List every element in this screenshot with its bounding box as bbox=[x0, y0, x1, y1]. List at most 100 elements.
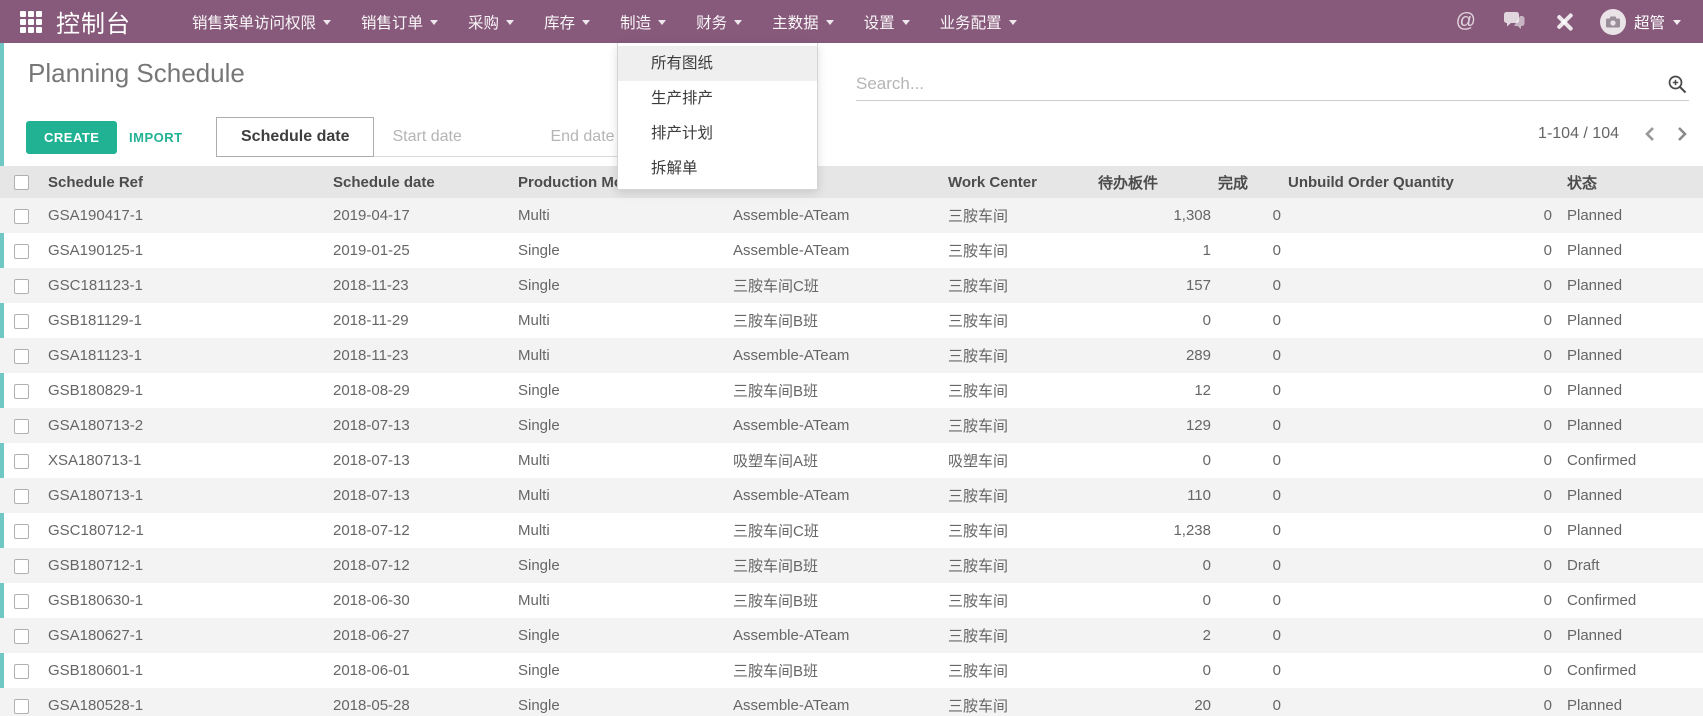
start-date-input[interactable] bbox=[374, 117, 532, 157]
dropdown-item-3[interactable]: 拆解单 bbox=[618, 151, 817, 186]
topbar-menu-item-5[interactable]: 财务 bbox=[681, 0, 757, 43]
table-row[interactable]: GSB180601-12018-06-01Single三胺车间B班三胺车间000… bbox=[0, 653, 1703, 688]
schedule-date-filter-button[interactable]: Schedule date bbox=[216, 117, 374, 157]
row-checkbox[interactable] bbox=[14, 489, 29, 504]
cell-mode: Multi bbox=[514, 198, 729, 233]
cell-group: 三胺车间B班 bbox=[729, 548, 944, 583]
row-checkbox[interactable] bbox=[14, 454, 29, 469]
manufacturing-dropdown-menu: 所有图纸生产排产排产计划拆解单 bbox=[617, 43, 818, 190]
cell-center: 三胺车间 bbox=[944, 653, 1094, 688]
cell-center: 三胺车间 bbox=[944, 688, 1094, 716]
column-header-8[interactable]: 状态 bbox=[1555, 166, 1703, 198]
cell-unbuild: 0 bbox=[1284, 583, 1555, 618]
topbar-menu-item-8[interactable]: 业务配置 bbox=[925, 0, 1032, 43]
cell-mode: Single bbox=[514, 618, 729, 653]
topbar-menu-item-1[interactable]: 销售订单 bbox=[346, 0, 453, 43]
select-all-checkbox[interactable] bbox=[14, 175, 29, 190]
column-header-1[interactable]: Schedule date bbox=[329, 166, 514, 198]
cell-ref: GSC181123-1 bbox=[44, 268, 329, 303]
cell-group: Assemble-ATeam bbox=[729, 408, 944, 443]
cell-todo: 20 bbox=[1094, 688, 1214, 716]
user-name: 超管 bbox=[1634, 11, 1665, 33]
row-checkbox[interactable] bbox=[14, 314, 29, 329]
table-row[interactable]: GSA180528-12018-05-28SingleAssemble-ATea… bbox=[0, 688, 1703, 716]
topbar-menu-item-3[interactable]: 库存 bbox=[529, 0, 605, 43]
topbar-menu-item-6[interactable]: 主数据 bbox=[757, 0, 849, 43]
row-checkbox[interactable] bbox=[14, 594, 29, 609]
row-checkbox[interactable] bbox=[14, 209, 29, 224]
search-zoom-icon[interactable] bbox=[1667, 74, 1687, 94]
row-checkbox[interactable] bbox=[14, 699, 29, 714]
developer-tools-icon[interactable] bbox=[1552, 11, 1574, 33]
cell-todo: 0 bbox=[1094, 443, 1214, 478]
cell-state: Planned bbox=[1555, 373, 1703, 408]
row-checkbox[interactable] bbox=[14, 524, 29, 539]
cell-state: Confirmed bbox=[1555, 443, 1703, 478]
row-checkbox[interactable] bbox=[14, 419, 29, 434]
actions-row: CREATE IMPORT Schedule date 1-104 / 104 bbox=[4, 107, 1703, 166]
table-row[interactable]: GSB180712-12018-07-12Single三胺车间B班三胺车间000… bbox=[0, 548, 1703, 583]
row-checkbox[interactable] bbox=[14, 664, 29, 679]
pager-next-button[interactable] bbox=[1675, 126, 1689, 142]
table-row[interactable]: XSA180713-12018-07-13Multi吸塑车间A班吸塑车间000C… bbox=[0, 443, 1703, 478]
cell-ref: GSA190417-1 bbox=[44, 198, 329, 233]
cell-done: 0 bbox=[1214, 303, 1284, 338]
cell-unbuild: 0 bbox=[1284, 618, 1555, 653]
app-title[interactable]: 控制台 bbox=[56, 4, 131, 39]
cell-done: 0 bbox=[1214, 198, 1284, 233]
mentions-at-icon[interactable]: @ bbox=[1456, 10, 1476, 33]
row-checkbox-cell bbox=[0, 513, 44, 548]
dropdown-item-0[interactable]: 所有图纸 bbox=[618, 46, 817, 81]
table-row[interactable]: GSC180712-12018-07-12Multi三胺车间C班三胺车间1,23… bbox=[0, 513, 1703, 548]
cell-todo: 0 bbox=[1094, 303, 1214, 338]
column-header-5[interactable]: 待办板件 bbox=[1094, 166, 1214, 198]
row-checkbox[interactable] bbox=[14, 384, 29, 399]
row-checkbox[interactable] bbox=[14, 279, 29, 294]
chat-bubble-icon[interactable] bbox=[1502, 12, 1526, 32]
dropdown-item-2[interactable]: 排产计划 bbox=[618, 116, 817, 151]
table-row[interactable]: GSB181129-12018-11-29Multi三胺车间B班三胺车间000P… bbox=[0, 303, 1703, 338]
cell-state: Planned bbox=[1555, 618, 1703, 653]
row-checkbox[interactable] bbox=[14, 244, 29, 259]
topbar-menu-item-7[interactable]: 设置 bbox=[849, 0, 925, 43]
topbar-menu-item-2[interactable]: 采购 bbox=[453, 0, 529, 43]
column-header-4[interactable]: Work Center bbox=[944, 166, 1094, 198]
topbar-menu-item-0[interactable]: 销售菜单访问权限 bbox=[177, 0, 346, 43]
table-row[interactable]: GSC181123-12018-11-23Single三胺车间C班三胺车间157… bbox=[0, 268, 1703, 303]
table-row[interactable]: GSA180713-22018-07-13SingleAssemble-ATea… bbox=[0, 408, 1703, 443]
cell-todo: 12 bbox=[1094, 373, 1214, 408]
chevron-down-icon bbox=[658, 20, 666, 25]
table-row[interactable]: GSA190417-12019-04-17MultiAssemble-ATeam… bbox=[0, 198, 1703, 233]
select-all-cell bbox=[0, 166, 44, 198]
import-button[interactable]: IMPORT bbox=[121, 121, 191, 154]
row-checkbox[interactable] bbox=[14, 559, 29, 574]
table-row[interactable]: GSB180630-12018-06-30Multi三胺车间B班三胺车间000C… bbox=[0, 583, 1703, 618]
column-header-0[interactable]: Schedule Ref bbox=[44, 166, 329, 198]
cell-date: 2018-07-13 bbox=[329, 478, 514, 513]
cell-mode: Multi bbox=[514, 338, 729, 373]
create-button[interactable]: CREATE bbox=[26, 121, 117, 154]
cell-date: 2018-07-13 bbox=[329, 408, 514, 443]
dropdown-item-1[interactable]: 生产排产 bbox=[618, 81, 817, 116]
column-header-7[interactable]: Unbuild Order Quantity bbox=[1284, 166, 1555, 198]
row-checkbox-cell bbox=[0, 688, 44, 716]
apps-grid-icon[interactable] bbox=[20, 11, 42, 33]
table-row[interactable]: GSA190125-12019-01-25SingleAssemble-ATea… bbox=[0, 233, 1703, 268]
cell-date: 2018-07-12 bbox=[329, 513, 514, 548]
row-checkbox[interactable] bbox=[14, 349, 29, 364]
table-row[interactable]: GSA181123-12018-11-23MultiAssemble-ATeam… bbox=[0, 338, 1703, 373]
table-row[interactable]: GSB180829-12018-08-29Single三胺车间B班三胺车间120… bbox=[0, 373, 1703, 408]
table-row[interactable]: GSA180627-12018-06-27SingleAssemble-ATea… bbox=[0, 618, 1703, 653]
cell-unbuild: 0 bbox=[1284, 268, 1555, 303]
user-menu[interactable]: 超管 bbox=[1600, 9, 1681, 35]
cell-state: Planned bbox=[1555, 688, 1703, 716]
cell-done: 0 bbox=[1214, 583, 1284, 618]
table-row[interactable]: GSA180713-12018-07-13MultiAssemble-ATeam… bbox=[0, 478, 1703, 513]
topbar-menu-item-4[interactable]: 制造 bbox=[605, 0, 681, 43]
cell-todo: 0 bbox=[1094, 548, 1214, 583]
search-input[interactable] bbox=[856, 74, 1667, 94]
pager-previous-button[interactable] bbox=[1643, 126, 1657, 142]
row-checkbox[interactable] bbox=[14, 629, 29, 644]
column-header-6[interactable]: 完成 bbox=[1214, 166, 1284, 198]
chevron-down-icon bbox=[1673, 20, 1681, 25]
